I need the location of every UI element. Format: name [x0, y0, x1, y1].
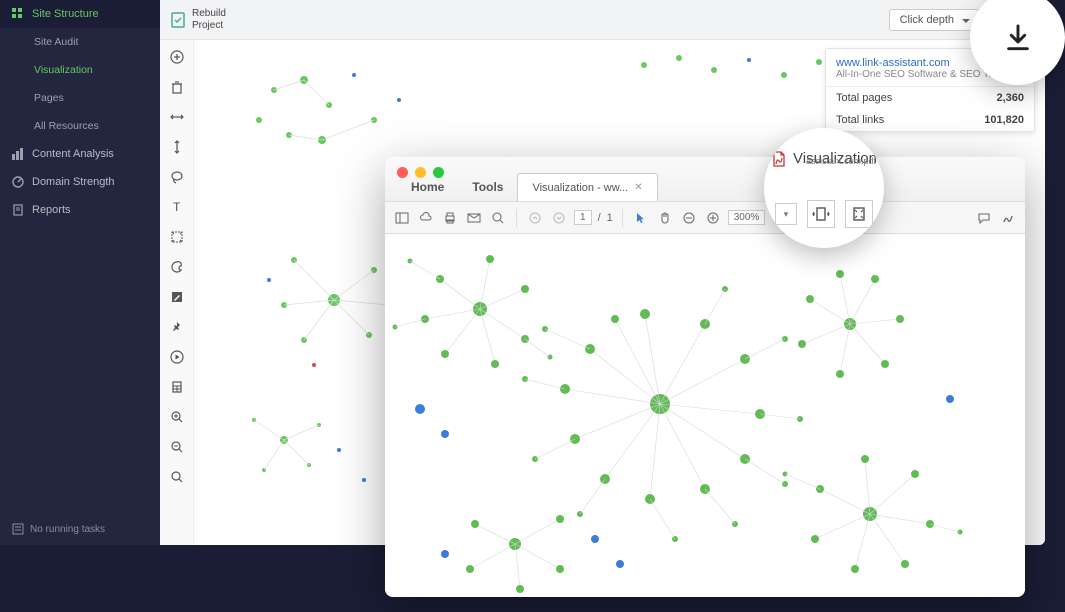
- expand-icon[interactable]: [168, 228, 186, 246]
- download-icon[interactable]: [1002, 22, 1034, 54]
- toolstrip: T: [160, 40, 194, 545]
- zoom-level[interactable]: 300%: [728, 210, 766, 225]
- zoom-fit-icon[interactable]: [168, 468, 186, 486]
- pointer-icon[interactable]: [632, 209, 650, 227]
- sidebar-label: Reports: [32, 204, 71, 216]
- structure-icon: [12, 8, 24, 20]
- palette-icon[interactable]: [168, 258, 186, 276]
- arrows-v-icon[interactable]: [168, 138, 186, 156]
- page-current[interactable]: 1: [574, 210, 592, 225]
- sidebar-label: Visualization: [34, 64, 93, 76]
- cloud-icon[interactable]: [417, 209, 435, 227]
- sidebar-item-all-resources[interactable]: All Resources: [0, 112, 160, 140]
- tasks-status[interactable]: No running tasks: [0, 513, 160, 545]
- stat-label: Total pages: [836, 92, 892, 104]
- pin-icon[interactable]: [168, 318, 186, 336]
- sidebar-label: Site Structure: [32, 8, 99, 20]
- gauge-icon: [12, 176, 24, 188]
- calculator-icon[interactable]: [168, 378, 186, 396]
- sidebar-label: Content Analysis: [32, 148, 114, 160]
- sidebar-item-content-analysis[interactable]: Content Analysis: [0, 140, 160, 168]
- pdf-toolbar: 1 / 1 300%: [385, 202, 1025, 234]
- pdf-graph: [385, 234, 1025, 597]
- stat-row: Total pages 2,360: [826, 87, 1034, 109]
- fit-width-icon[interactable]: [807, 200, 835, 228]
- bars-icon: [12, 148, 24, 160]
- pdf-file-icon: [771, 151, 787, 167]
- page-total: 1: [607, 212, 613, 224]
- click-depth-select[interactable]: Click depth: [889, 9, 979, 31]
- comment-icon[interactable]: [975, 209, 993, 227]
- play-icon[interactable]: [168, 348, 186, 366]
- add-icon[interactable]: [168, 48, 186, 66]
- stat-label: Total links: [836, 114, 884, 126]
- rebuild-icon: [170, 11, 186, 29]
- print-icon[interactable]: [441, 209, 459, 227]
- sidebar-label: Pages: [34, 92, 64, 104]
- svg-text:T: T: [173, 200, 181, 214]
- zoom-out-icon[interactable]: [168, 438, 186, 456]
- stat-value: 101,820: [984, 114, 1024, 126]
- sidebar-toggle-icon[interactable]: [393, 209, 411, 227]
- page-down-icon[interactable]: [550, 209, 568, 227]
- pdf-header-bubble: Visualization assistant.com.pdf ▾: [764, 128, 884, 248]
- mail-icon[interactable]: [465, 209, 483, 227]
- download-bubble: [970, 0, 1065, 85]
- document-icon: [12, 204, 24, 216]
- tasks-label: No running tasks: [30, 524, 105, 535]
- hand-icon[interactable]: [656, 209, 674, 227]
- sidebar-item-reports[interactable]: Reports: [0, 196, 160, 224]
- sidebar-label: Domain Strength: [32, 176, 115, 188]
- topbar: RebuildProject Click depth: [160, 0, 1045, 40]
- sign-icon[interactable]: [999, 209, 1017, 227]
- tab-document[interactable]: Visualization - ww...✕: [517, 173, 657, 201]
- rebuild-text-1: Rebuild: [192, 8, 226, 20]
- rebuild-text-2: Project: [192, 20, 226, 32]
- close-tab-icon[interactable]: ✕: [634, 182, 642, 193]
- edit-icon[interactable]: [168, 288, 186, 306]
- rebuild-button[interactable]: RebuildProject: [170, 8, 226, 32]
- lasso-icon[interactable]: [168, 168, 186, 186]
- page-up-icon[interactable]: [526, 209, 544, 227]
- pdf-bubble-filename: assistant.com.pdf: [806, 156, 876, 166]
- click-depth-label: Click depth: [900, 14, 954, 26]
- page-sep: /: [598, 212, 601, 224]
- dropdown-icon[interactable]: ▾: [775, 203, 797, 225]
- stat-row: Total links 101,820: [826, 109, 1034, 131]
- search-icon[interactable]: [489, 209, 507, 227]
- zoom-in-icon[interactable]: [704, 209, 722, 227]
- pdf-page[interactable]: [385, 234, 1025, 597]
- fit-page-icon[interactable]: [845, 200, 873, 228]
- sidebar-label: All Resources: [34, 120, 99, 132]
- sidebar-item-site-audit[interactable]: Site Audit: [0, 28, 160, 56]
- tab-home[interactable]: Home: [397, 173, 458, 201]
- sidebar: Site Structure Site Audit Visualization …: [0, 0, 160, 545]
- tab-tools[interactable]: Tools: [458, 173, 517, 201]
- sidebar-item-domain-strength[interactable]: Domain Strength: [0, 168, 160, 196]
- zoom-in-icon[interactable]: [168, 408, 186, 426]
- sidebar-item-visualization[interactable]: Visualization: [0, 56, 160, 84]
- sidebar-item-site-structure[interactable]: Site Structure: [0, 0, 160, 28]
- tasks-icon: [12, 523, 24, 535]
- sidebar-label: Site Audit: [34, 36, 78, 48]
- trash-icon[interactable]: [168, 78, 186, 96]
- arrows-h-icon[interactable]: [168, 108, 186, 126]
- stat-value: 2,360: [996, 92, 1024, 104]
- zoom-out-icon[interactable]: [680, 209, 698, 227]
- pdf-titlebar: Home Tools Visualization - ww...✕: [385, 157, 1025, 202]
- sidebar-item-pages[interactable]: Pages: [0, 84, 160, 112]
- text-icon[interactable]: T: [168, 198, 186, 216]
- pdf-viewer-window: Home Tools Visualization - ww...✕ 1 / 1 …: [385, 157, 1025, 597]
